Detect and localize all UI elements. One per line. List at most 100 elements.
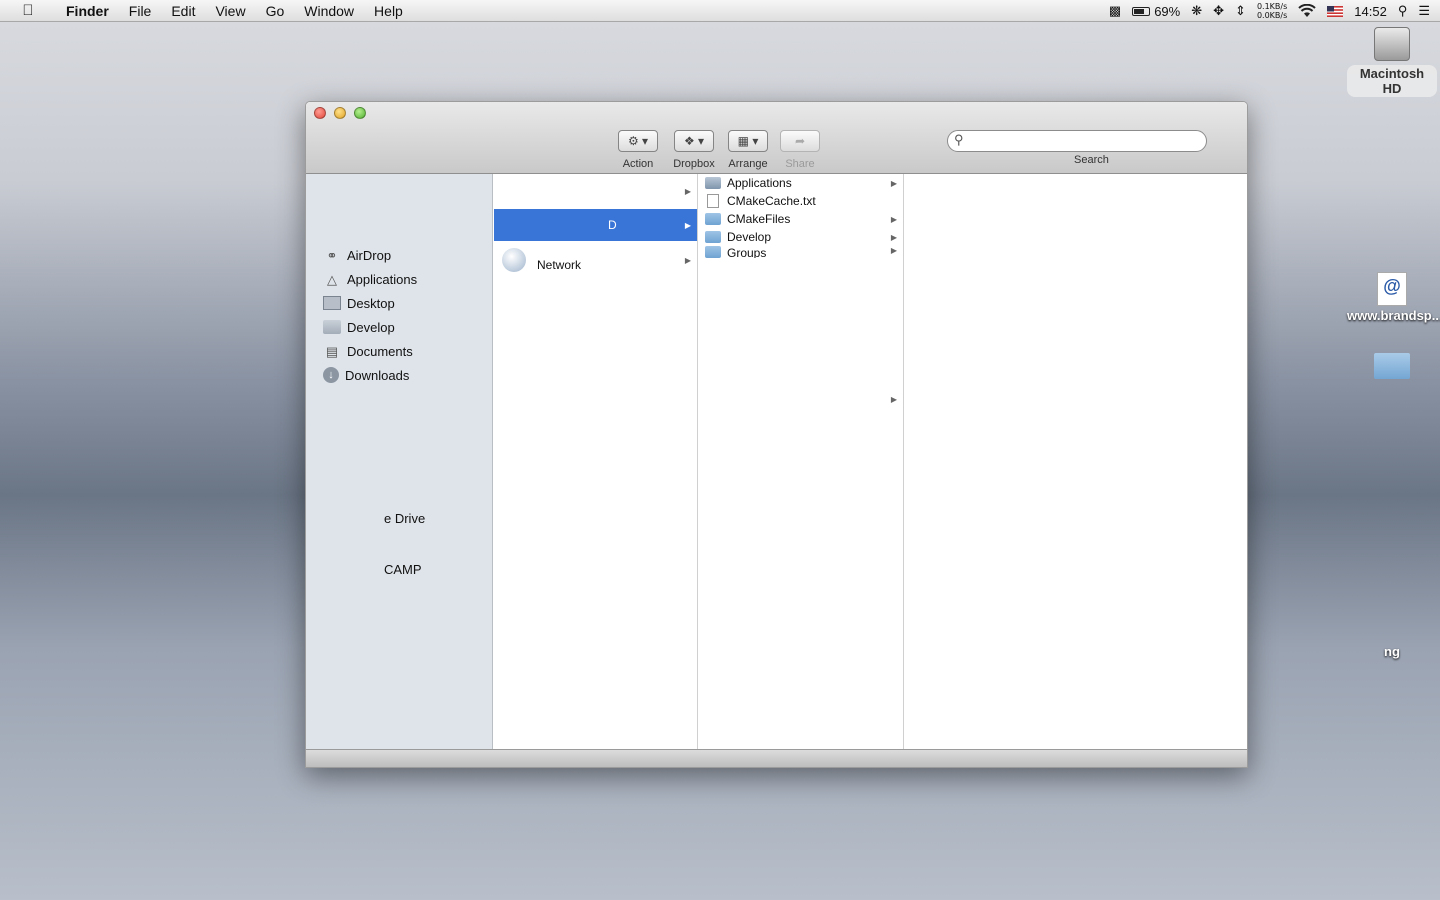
desktop-icon [323, 296, 341, 310]
list-item-label: CMakeCache.txt [727, 194, 816, 208]
dropbox-button[interactable]: ❖ ▾ Dropbox [668, 130, 720, 170]
applications-folder-icon [705, 177, 721, 189]
battery-status[interactable]: 69% [1132, 4, 1180, 19]
menu-help[interactable]: Help [364, 0, 413, 22]
folder-icon [323, 320, 341, 334]
battery-icon [1132, 6, 1151, 16]
desktop-hd[interactable]: Macintosh HD [1347, 27, 1437, 97]
menu-clock[interactable]: 14:52 [1354, 4, 1387, 19]
sidebar-item-label: AirDrop [347, 247, 392, 263]
sidebar-item-label: Applications [347, 271, 418, 287]
sidebar-item-label: Develop [347, 319, 395, 335]
dropbox-status-icon[interactable]: ▩ [1109, 3, 1121, 19]
desktop-folder[interactable] [1347, 353, 1437, 379]
disclosure-arrow-icon: ▶ [890, 246, 897, 255]
text-file-icon [707, 194, 719, 208]
dropbox-label: Dropbox [673, 158, 715, 170]
list-item[interactable]: Applications ▶ [699, 174, 903, 192]
search-icon: ⚲ [954, 132, 964, 147]
list-item-label: Develop [727, 230, 772, 244]
folder-icon [705, 231, 721, 243]
disclosure-arrow-icon: ▶ [684, 255, 691, 265]
move-icon[interactable]: ✥ [1213, 3, 1224, 19]
zoom-button[interactable] [354, 107, 366, 119]
network-throughput[interactable]: 0.1KB/s 0.0KB/s [1257, 2, 1287, 20]
applications-icon: △ [327, 271, 337, 287]
dropbox-icon: ❖ ▾ [674, 130, 714, 152]
list-item-label: D [608, 218, 617, 232]
sidebar-item-camp[interactable]: CAMP [384, 562, 422, 577]
sidebar: ⚭ AirDrop △ Applications Desktop Develop… [306, 174, 493, 751]
share-label: Share [785, 158, 815, 170]
downloads-icon: ↓ [323, 367, 339, 383]
sidebar-item-develop[interactable]: Develop [323, 316, 395, 338]
arrange-button[interactable]: ▦ ▾ Arrange [722, 130, 774, 170]
documents-icon: ▤ [325, 343, 339, 359]
share-icon: ➦ [780, 130, 820, 152]
list-item-selected[interactable]: D ▶ [494, 209, 697, 241]
fan-icon[interactable]: ❋ [1191, 3, 1202, 19]
gear-icon: ⚙ ▾ [618, 130, 658, 152]
window-controls [314, 107, 366, 119]
us-flag-icon[interactable] [1327, 5, 1344, 17]
list-item-label: Network [537, 258, 582, 272]
airdrop-icon: ⚭ [326, 247, 338, 263]
sidebar-item-label: Desktop [347, 295, 395, 311]
sidebar-item-documents[interactable]: ▤ Documents [323, 340, 413, 362]
disclosure-arrow-icon: ▶ [684, 220, 691, 230]
finder-window: ⚙ ▾ Action ❖ ▾ Dropbox ▦ ▾ Arrange ➦ Sha… [305, 101, 1248, 768]
notification-list-icon[interactable]: ☰ [1418, 3, 1430, 19]
menu-view[interactable]: View [205, 0, 255, 22]
menu-file[interactable]: File [119, 0, 162, 22]
arrange-grid-icon: ▦ ▾ [728, 130, 768, 152]
sidebar-item-airdrop[interactable]: ⚭ AirDrop [323, 244, 392, 266]
search-field[interactable]: ⚲ [947, 130, 1207, 152]
list-item[interactable]: CMakeFiles ▶ [699, 210, 903, 228]
desktop-file-label: ng [1384, 644, 1400, 659]
list-item[interactable]: Groups ▶ [699, 246, 903, 258]
disclosure-arrow-icon: ▶ [890, 232, 897, 242]
window-toolbar: ⚙ ▾ Action ❖ ▾ Dropbox ▦ ▾ Arrange ➦ Sha… [306, 102, 1247, 174]
menu-bar:  Finder File Edit View Go Window Help ▩… [0, 0, 1440, 22]
wifi-icon[interactable] [1298, 4, 1316, 18]
list-item[interactable]: CMakeCache.txt [699, 192, 903, 210]
menu-edit[interactable]: Edit [161, 0, 205, 22]
desktop-weblink[interactable]: @ www.brandsp...et/ [1347, 272, 1440, 324]
search-input[interactable] [972, 133, 1196, 149]
search-label: Search [1074, 154, 1109, 166]
weblink-at-icon: @ [1377, 272, 1407, 306]
sidebar-item-applications[interactable]: △ Applications [323, 268, 417, 290]
close-button[interactable] [314, 107, 326, 119]
share-button[interactable]: ➦ Share [776, 130, 824, 170]
list-item[interactable]: ▶ [494, 182, 697, 200]
action-button[interactable]: ⚙ ▾ Action [612, 130, 664, 170]
sidebar-item-label: Documents [347, 343, 413, 359]
column-1: ▶ D ▶ Network ▶ [494, 174, 698, 751]
list-item-label: Groups [727, 246, 767, 258]
network-globe-icon [502, 248, 526, 272]
window-status-bar [306, 749, 1247, 767]
apple-menu-icon[interactable]:  [0, 2, 56, 19]
minimize-button[interactable] [334, 107, 346, 119]
folder-icon [1374, 353, 1410, 379]
menu-finder[interactable]: Finder [56, 0, 119, 22]
updown-icon[interactable]: ⇕ [1235, 3, 1246, 19]
sidebar-item-downloads[interactable]: ↓ Downloads [323, 364, 409, 386]
sidebar-item-desktop[interactable]: Desktop [323, 292, 395, 314]
folder-icon [705, 246, 721, 258]
battery-percent: 69% [1154, 3, 1181, 19]
list-item[interactable]: ▶ [699, 390, 903, 408]
sidebar-item-label: Downloads [345, 367, 410, 383]
arrange-label: Arrange [728, 158, 768, 170]
desktop-hd-label: Macintosh HD [1347, 65, 1437, 97]
net-up-rate: 0.1KB/s [1256, 2, 1288, 11]
list-item-network[interactable]: Network ▶ [494, 246, 697, 274]
disclosure-arrow-icon: ▶ [684, 186, 691, 196]
desktop-file[interactable]: ng [1347, 644, 1437, 660]
sidebar-item-drive[interactable]: e Drive [384, 511, 425, 526]
column-3 [905, 174, 1247, 751]
list-item[interactable]: Develop ▶ [699, 228, 903, 246]
menu-window[interactable]: Window [294, 0, 364, 22]
spotlight-search-icon[interactable]: ⚲ [1398, 3, 1408, 19]
menu-go[interactable]: Go [256, 0, 295, 22]
